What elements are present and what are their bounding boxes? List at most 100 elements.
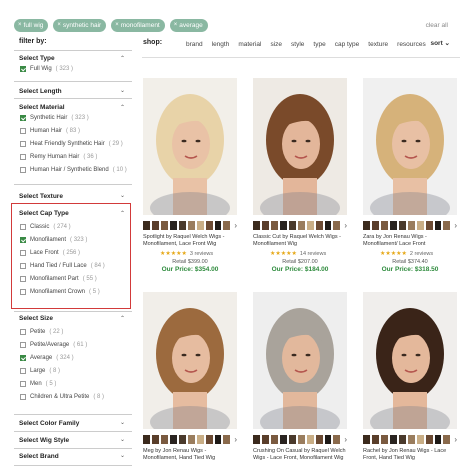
color-swatch[interactable] (288, 221, 296, 230)
option-average[interactable]: Average( 324 ) (20, 355, 74, 361)
option-full-wig[interactable]: Full Wig( 323 ) (20, 66, 73, 72)
color-swatch[interactable] (389, 221, 397, 230)
color-swatch[interactable] (178, 221, 186, 230)
section-title-cap-type[interactable]: Select Cap Type (19, 210, 69, 217)
option-monofilament-part[interactable]: Monofilament Part( 55 ) (20, 276, 97, 282)
checkbox[interactable] (20, 276, 26, 282)
option-children-ultra-petite[interactable]: Children & Ultra Petite( 8 ) (20, 394, 104, 400)
checkbox[interactable] (20, 141, 26, 147)
color-swatch[interactable] (371, 435, 379, 444)
product-photo[interactable] (253, 78, 347, 215)
option-hand-tied[interactable]: Hand Tied / Full Lace( 84 ) (20, 263, 105, 269)
option-men[interactable]: Men( 5 ) (20, 381, 56, 387)
color-swatch[interactable] (416, 435, 424, 444)
color-swatch[interactable] (443, 221, 451, 230)
checkbox[interactable] (20, 128, 26, 134)
color-swatch[interactable] (425, 435, 433, 444)
product-photo[interactable] (253, 292, 347, 429)
checkbox[interactable] (20, 381, 26, 387)
checkbox[interactable] (20, 154, 26, 160)
checkbox[interactable] (20, 237, 26, 243)
color-swatch[interactable] (279, 221, 287, 230)
color-swatch[interactable] (371, 221, 379, 230)
section-title-material[interactable]: Select Material (19, 104, 65, 111)
option-heat-friendly[interactable]: Heat Friendly Synthetic Hair( 29 ) (20, 141, 123, 147)
color-swatch[interactable] (253, 435, 260, 444)
color-swatch[interactable] (205, 435, 213, 444)
color-swatch[interactable] (315, 435, 323, 444)
color-swatch[interactable] (160, 221, 168, 230)
color-swatch[interactable] (306, 435, 314, 444)
chip-close-icon[interactable]: × (174, 19, 178, 32)
shop-link-type[interactable]: type (313, 41, 325, 48)
review-count[interactable]: 2 reviews (410, 251, 433, 257)
review-count[interactable]: 14 reviews (300, 251, 326, 257)
color-swatch[interactable] (214, 221, 222, 230)
checkbox[interactable] (20, 250, 26, 256)
product-photo[interactable] (363, 78, 457, 215)
product-name[interactable]: Rachel by Jon Renau Wigs - Lace Front, H… (363, 448, 459, 462)
color-swatch[interactable] (389, 435, 397, 444)
color-swatch[interactable] (279, 435, 287, 444)
product-photo[interactable] (143, 78, 237, 215)
product-photo[interactable] (363, 292, 457, 429)
option-synthetic-hair[interactable]: Synthetic Hair( 323 ) (20, 115, 89, 121)
shop-link-texture[interactable]: texture (368, 41, 388, 48)
option-monofilament[interactable]: Monofilament( 323 ) (20, 237, 87, 243)
color-swatch[interactable] (270, 435, 278, 444)
color-swatch[interactable] (143, 435, 150, 444)
color-swatch[interactable] (270, 221, 278, 230)
chevron-right-icon[interactable]: › (234, 221, 237, 230)
checkbox[interactable] (20, 167, 26, 173)
option-petite-average[interactable]: Petite/Average( 61 ) (20, 342, 87, 348)
checkbox[interactable] (20, 224, 26, 230)
color-swatch[interactable] (380, 221, 388, 230)
chevron-right-icon[interactable]: › (344, 221, 347, 230)
product-name[interactable]: Classic Cut by Raquel Welch Wigs - Monof… (253, 234, 349, 248)
shop-link-cap-type[interactable]: cap type (335, 41, 360, 48)
color-swatch[interactable] (306, 221, 314, 230)
section-title-size[interactable]: Select Size (19, 315, 53, 322)
color-swatch[interactable] (178, 435, 186, 444)
chip-close-icon[interactable]: × (115, 19, 119, 32)
clear-all-link[interactable]: clear all (426, 22, 448, 29)
color-swatch[interactable] (297, 221, 305, 230)
color-swatch[interactable] (333, 435, 341, 444)
color-swatch[interactable] (151, 435, 159, 444)
checkbox[interactable] (20, 289, 26, 295)
color-swatch[interactable] (187, 435, 195, 444)
color-swatch[interactable] (407, 221, 415, 230)
shop-link-resources[interactable]: resources (397, 41, 426, 48)
color-swatch[interactable] (297, 435, 305, 444)
review-count[interactable]: 3 reviews (190, 251, 213, 257)
shop-link-style[interactable]: style (291, 41, 304, 48)
color-swatch[interactable] (261, 221, 269, 230)
color-swatch[interactable] (434, 221, 442, 230)
checkbox[interactable] (20, 263, 26, 269)
filter-chip-full-wig[interactable]: × full wig (14, 19, 49, 32)
chip-close-icon[interactable]: × (18, 19, 22, 32)
color-swatch[interactable] (443, 435, 451, 444)
shop-link-length[interactable]: length (212, 41, 230, 48)
color-swatch[interactable] (407, 435, 415, 444)
color-swatch[interactable] (151, 221, 159, 230)
option-large[interactable]: Large( 8 ) (20, 368, 60, 374)
checkbox[interactable] (20, 329, 26, 335)
color-swatch[interactable] (160, 435, 168, 444)
product-name[interactable]: Meg by Jon Renau Wigs - Monofilament, Ha… (143, 448, 239, 462)
color-swatch[interactable] (416, 221, 424, 230)
color-swatch[interactable] (253, 221, 260, 230)
filter-chip-synthetic-hair[interactable]: × synthetic hair (53, 19, 107, 32)
product-name[interactable]: Zara by Jon Renau Wigs - Monofilament/ L… (363, 234, 459, 248)
color-swatch[interactable] (288, 435, 296, 444)
section-title-wig-style[interactable]: Select Wig Style (19, 437, 69, 444)
color-swatch[interactable] (315, 221, 323, 230)
color-swatch[interactable] (434, 435, 442, 444)
option-classic[interactable]: Classic( 274 ) (20, 224, 71, 230)
option-monofilament-crown[interactable]: Monofilament Crown( 5 ) (20, 289, 100, 295)
color-swatch[interactable] (223, 221, 231, 230)
color-swatch[interactable] (187, 221, 195, 230)
shop-link-brand[interactable]: brand (186, 41, 203, 48)
chevron-right-icon[interactable]: › (454, 435, 457, 444)
color-swatch[interactable] (196, 435, 204, 444)
